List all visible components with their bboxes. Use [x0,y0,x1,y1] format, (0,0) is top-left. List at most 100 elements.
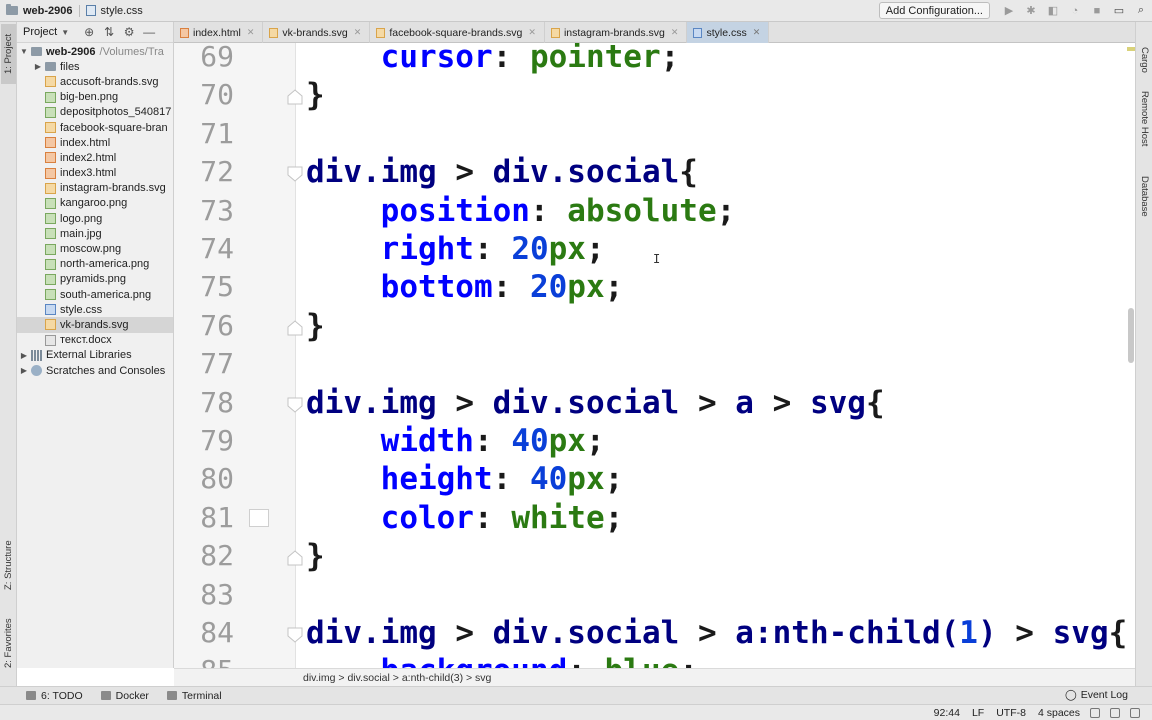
code-text[interactable]: } [306,76,325,114]
profile-icon[interactable]: ◔ [1064,0,1086,22]
line-number[interactable]: 79 [174,422,234,460]
code-line[interactable]: 80 height: 40px; [174,460,1135,498]
fold-close-icon[interactable] [286,88,304,106]
line-number[interactable]: 72 [174,153,234,191]
line-number[interactable]: 73 [174,192,234,230]
bookmark-icon[interactable] [249,508,269,527]
code-line[interactable]: 77 [174,345,1135,383]
breadcrumb-path[interactable]: div.img > div.social > a:nth-child(3) > … [303,672,491,684]
favorites-tool-tab[interactable]: 2: Favorites [1,612,16,674]
code-line[interactable]: 79 width: 40px; [174,422,1135,460]
terminal-tool-button[interactable]: Terminal [166,690,222,702]
hide-icon[interactable]: — [139,25,159,39]
close-icon[interactable]: ✕ [671,27,679,38]
line-number[interactable]: 82 [174,537,234,575]
tree-root[interactable]: ▼ web-2906 /Volumes/Tra [17,44,173,59]
coverage-icon[interactable]: ◧ [1042,0,1064,22]
close-icon[interactable]: ✕ [354,27,362,38]
gear-icon[interactable]: ⚙ [119,25,139,39]
tree-item[interactable]: vk-brands.svg [17,317,173,333]
structure-tool-tab[interactable]: Z: Structure [1,534,16,596]
inspection-marker[interactable] [1127,47,1135,51]
line-number[interactable]: 81 [174,499,234,537]
database-tool-tab[interactable]: Database [1137,168,1152,224]
code-text[interactable]: } [306,307,325,345]
code-line[interactable]: 75 bottom: 20px; [174,268,1135,306]
code-text[interactable]: background: blue; [306,652,698,668]
line-number[interactable]: 78 [174,384,234,422]
code-line[interactable]: 78 div.img > div.social > a > svg{ [174,384,1135,422]
cargo-tool-tab[interactable]: Cargo [1137,40,1152,80]
editor-tab[interactable]: facebook-square-brands.svg ✕ [370,22,545,43]
remote-host-tool-tab[interactable]: Remote Host [1137,84,1152,154]
code-text[interactable]: height: 40px; [306,460,624,498]
tree-item[interactable]: pyramids.png [17,272,173,287]
project-tool-tab[interactable]: 1: Project [1,24,16,84]
nav-project-crumb[interactable]: web-2906 [0,0,79,22]
tree-item[interactable]: moscow.png [17,241,173,256]
code-text[interactable]: color: white; [306,499,624,537]
code-text[interactable]: } [306,537,325,575]
search-icon[interactable]: ⌕ [1130,0,1152,22]
code-line[interactable]: 74 right: 20px; [174,230,1135,268]
code-line[interactable]: 71 [174,115,1135,153]
chevron-right-icon[interactable]: ▶ [19,351,29,360]
file-encoding[interactable]: UTF-8 [996,707,1026,719]
tree-item[interactable]: instagram-brands.svg [17,181,173,196]
event-log-button[interactable]: ◯ Event Log [1065,689,1128,701]
code-line[interactable]: 76} [174,307,1135,345]
code-line[interactable]: 82} [174,537,1135,575]
tree-item[interactable]: accusoft-brands.svg [17,74,173,89]
lock-icon[interactable] [1090,707,1100,718]
tree-item[interactable]: facebook-square-bran [17,120,173,135]
code-line[interactable]: 81 color: white; [174,499,1135,537]
project-view-selector[interactable]: Project [23,26,57,38]
code-text[interactable]: right: 20px; [306,230,605,268]
line-number[interactable]: 85 [174,652,234,668]
line-number[interactable]: 74 [174,230,234,268]
code-text[interactable]: div.img > div.social > a > svg{ [306,384,885,422]
tree-item[interactable]: index3.html [17,166,173,181]
tree-item[interactable]: depositphotos_540817 [17,105,173,120]
code-text[interactable]: position: absolute; [306,192,736,230]
line-number[interactable]: 70 [174,76,234,114]
run-icon[interactable]: ▶ [998,0,1020,22]
tree-item[interactable]: style.css [17,302,173,317]
tree-item[interactable]: big-ben.png [17,90,173,105]
fold-open-icon[interactable] [286,626,304,644]
tree-item[interactable]: logo.png [17,211,173,226]
editor-tab[interactable]: vk-brands.svg ✕ [263,22,371,43]
line-number[interactable]: 80 [174,460,234,498]
code-line[interactable]: 69 cursor: pointer; [174,43,1135,76]
editor-tab[interactable]: index.html ✕ [174,22,264,43]
line-number[interactable]: 76 [174,307,234,345]
notification-icon[interactable] [1130,707,1140,718]
chevron-right-icon[interactable]: ▶ [19,366,29,375]
nav-file-crumb[interactable]: style.css [80,0,149,22]
tree-item[interactable]: south-america.png [17,287,173,302]
line-separator[interactable]: LF [972,707,984,719]
tree-item[interactable]: kangaroo.png [17,196,173,211]
tree-scratches[interactable]: ▶ Scratches and Consoles [17,363,173,378]
editor-tab[interactable]: style.css ✕ [687,22,770,43]
code-text[interactable]: width: 40px; [306,422,605,460]
code-line[interactable]: 72 div.img > div.social{ [174,153,1135,191]
line-number[interactable]: 69 [174,43,234,76]
tree-item[interactable]: ▶ files [17,59,173,74]
locate-icon[interactable]: ⊕ [79,25,99,39]
code-text[interactable]: cursor: pointer; [306,43,680,76]
line-number[interactable]: 75 [174,268,234,306]
tree-item[interactable]: index2.html [17,150,173,165]
line-number[interactable]: 83 [174,576,234,614]
code-text[interactable]: div.img > div.social{ [306,153,698,191]
code-editor[interactable]: I 69 cursor: pointer; 70} 71 72 div.img > di… [174,43,1135,668]
stop-icon[interactable]: ■ [1086,0,1108,22]
code-line[interactable]: 85 background: blue; [174,652,1135,668]
caret-position[interactable]: 92:44 [934,707,960,719]
tree-item[interactable]: index.html [17,135,173,150]
docker-tool-button[interactable]: Docker [100,690,149,702]
code-line[interactable]: 73 position: absolute; [174,192,1135,230]
inspector-icon[interactable] [1110,707,1120,718]
code-line[interactable]: 84 div.img > div.social > a:nth-child(1) … [174,614,1135,652]
chevron-down-icon[interactable]: ▼ [19,47,29,56]
